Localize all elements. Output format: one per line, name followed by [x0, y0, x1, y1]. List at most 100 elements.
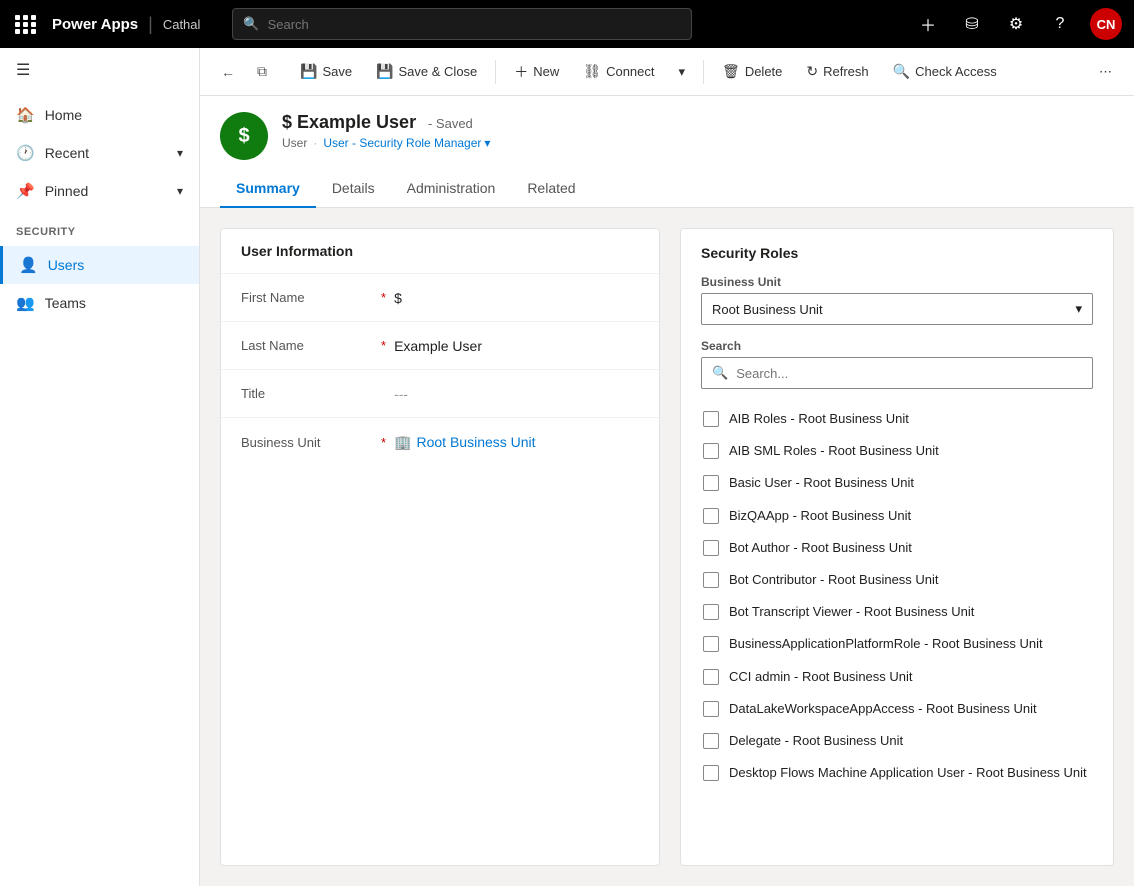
role-label: AIB SML Roles - Root Business Unit	[729, 442, 939, 460]
first-name-value: $	[394, 290, 639, 306]
role-list-item: Bot Transcript Viewer - Root Business Un…	[701, 596, 1093, 628]
refresh-button[interactable]: ↻ Refresh	[796, 57, 878, 86]
save-icon: 💾	[300, 63, 317, 80]
security-roles-panel: Security Roles Business Unit Root Busine…	[680, 228, 1114, 866]
more-button[interactable]: ⋯	[1089, 58, 1122, 86]
back-button[interactable]: ←	[212, 56, 244, 88]
save-button[interactable]: 💾 Save	[290, 57, 362, 86]
role-label: Bot Transcript Viewer - Root Business Un…	[729, 603, 974, 621]
required-asterisk: *	[381, 338, 386, 353]
security-panel-title: Security Roles	[701, 245, 1093, 261]
first-name-field: First Name * $	[221, 274, 659, 322]
global-search-input[interactable]	[268, 17, 682, 32]
tab-related[interactable]: Related	[511, 170, 591, 208]
chevron-down-icon: ▾	[484, 136, 490, 150]
business-unit-group: Business Unit Root Business Unit ▾	[701, 275, 1093, 325]
role-label: AIB Roles - Root Business Unit	[729, 410, 909, 428]
last-name-value: Example User	[394, 338, 639, 354]
sidebar-item-label: Users	[48, 257, 85, 273]
role-label: Bot Author - Root Business Unit	[729, 539, 912, 557]
tab-summary[interactable]: Summary	[220, 170, 316, 208]
sidebar-item-label: Pinned	[45, 183, 89, 199]
check-access-button[interactable]: 🔍 Check Access	[883, 57, 1007, 86]
role-checkbox[interactable]	[703, 540, 719, 556]
connect-button[interactable]: ⛓ Connect	[573, 57, 664, 86]
toolbar-nav: ← ⧉	[212, 56, 278, 88]
connect-dropdown-button[interactable]: ▾	[669, 58, 696, 86]
refresh-icon: ↻	[806, 63, 818, 80]
role-label: Desktop Flows Machine Application User -…	[729, 764, 1087, 782]
user-info-card: User Information First Name * $ Last Nam…	[220, 228, 660, 866]
sidebar-item-pinned[interactable]: 📌 Pinned ▾	[0, 172, 199, 210]
first-name-label: First Name	[241, 290, 381, 305]
role-list-item: Basic User - Root Business Unit	[701, 467, 1093, 499]
role-checkbox[interactable]	[703, 443, 719, 459]
last-name-label: Last Name	[241, 338, 381, 353]
last-name-field: Last Name * Example User	[221, 322, 659, 370]
role-checkbox[interactable]	[703, 636, 719, 652]
sidebar-item-users[interactable]: 👤 Users	[0, 246, 199, 284]
role-label: DataLakeWorkspaceAppAccess - Root Busine…	[729, 700, 1037, 718]
role-label: Delegate - Root Business Unit	[729, 732, 903, 750]
sidebar-item-label: Teams	[45, 295, 86, 311]
sidebar-toggle[interactable]: ☰	[0, 48, 199, 92]
page-content: User Information First Name * $ Last Nam…	[200, 208, 1134, 886]
sidebar-item-teams[interactable]: 👥 Teams	[0, 284, 199, 322]
filter-icon[interactable]: ⛁	[958, 10, 986, 38]
new-button[interactable]: ＋ New	[504, 56, 569, 88]
tab-details[interactable]: Details	[316, 170, 391, 208]
delete-button[interactable]: 🗑 Delete	[712, 57, 792, 86]
business-unit-field-label: Business Unit	[701, 275, 1093, 289]
separator	[495, 60, 496, 84]
role-checkbox[interactable]	[703, 701, 719, 717]
role-list-item: AIB Roles - Root Business Unit	[701, 403, 1093, 435]
sidebar-item-label: Recent	[45, 145, 89, 161]
search-group: Search 🔍	[701, 339, 1093, 389]
add-icon[interactable]: ＋	[914, 10, 942, 38]
role-checkbox[interactable]	[703, 572, 719, 588]
business-unit-label: Business Unit	[241, 435, 381, 450]
role-label: Basic User - Root Business Unit	[729, 474, 914, 492]
search-icon: 🔍	[243, 16, 259, 32]
sidebar-item-recent[interactable]: 🕐 Recent ▾	[0, 134, 199, 172]
restore-button[interactable]: ⧉	[246, 56, 278, 88]
separator	[703, 60, 704, 84]
record-header: $ $ Example User - Saved User · User - S…	[200, 96, 1134, 208]
tab-administration[interactable]: Administration	[391, 170, 512, 208]
sidebar-item-home[interactable]: 🏠 Home	[0, 96, 199, 134]
settings-icon[interactable]: ⚙	[1002, 10, 1030, 38]
help-icon[interactable]: ?	[1046, 10, 1074, 38]
roles-search-input[interactable]	[736, 366, 1082, 381]
role-checkbox[interactable]	[703, 765, 719, 781]
more-icon: ⋯	[1099, 64, 1112, 80]
role-checkbox[interactable]	[703, 508, 719, 524]
business-unit-value[interactable]: 🏢 Root Business Unit	[394, 434, 639, 451]
form-card-title: User Information	[221, 229, 659, 274]
role-label: Bot Contributor - Root Business Unit	[729, 571, 939, 589]
search-icon: 🔍	[712, 365, 728, 381]
role-checkbox[interactable]	[703, 604, 719, 620]
business-unit-dropdown[interactable]: Root Business Unit ▾	[701, 293, 1093, 325]
role-list-item: BusinessApplicationPlatformRole - Root B…	[701, 628, 1093, 660]
global-search-bar[interactable]: 🔍	[232, 8, 692, 40]
role-list-item: DataLakeWorkspaceAppAccess - Root Busine…	[701, 693, 1093, 725]
role-checkbox[interactable]	[703, 733, 719, 749]
hamburger-icon: ☰	[16, 60, 30, 80]
waffle-menu[interactable]	[12, 10, 40, 38]
search-field-label: Search	[701, 339, 1093, 353]
new-icon: ＋	[514, 62, 528, 82]
record-avatar: $	[220, 112, 268, 160]
breadcrumb-role-link[interactable]: User - Security Role Manager ▾	[323, 136, 490, 150]
save-close-button[interactable]: 💾 Save & Close	[366, 57, 487, 86]
role-list-item: CCI admin - Root Business Unit	[701, 661, 1093, 693]
role-list-item: BizQAApp - Root Business Unit	[701, 500, 1093, 532]
avatar[interactable]: CN	[1090, 8, 1122, 40]
roles-search-field[interactable]: 🔍	[701, 357, 1093, 389]
role-checkbox[interactable]	[703, 411, 719, 427]
role-label: CCI admin - Root Business Unit	[729, 668, 913, 686]
role-checkbox[interactable]	[703, 669, 719, 685]
environment-name: Cathal	[163, 17, 201, 32]
chevron-down-icon: ▾	[177, 184, 183, 198]
role-checkbox[interactable]	[703, 475, 719, 491]
user-icon: 👤	[19, 256, 38, 274]
